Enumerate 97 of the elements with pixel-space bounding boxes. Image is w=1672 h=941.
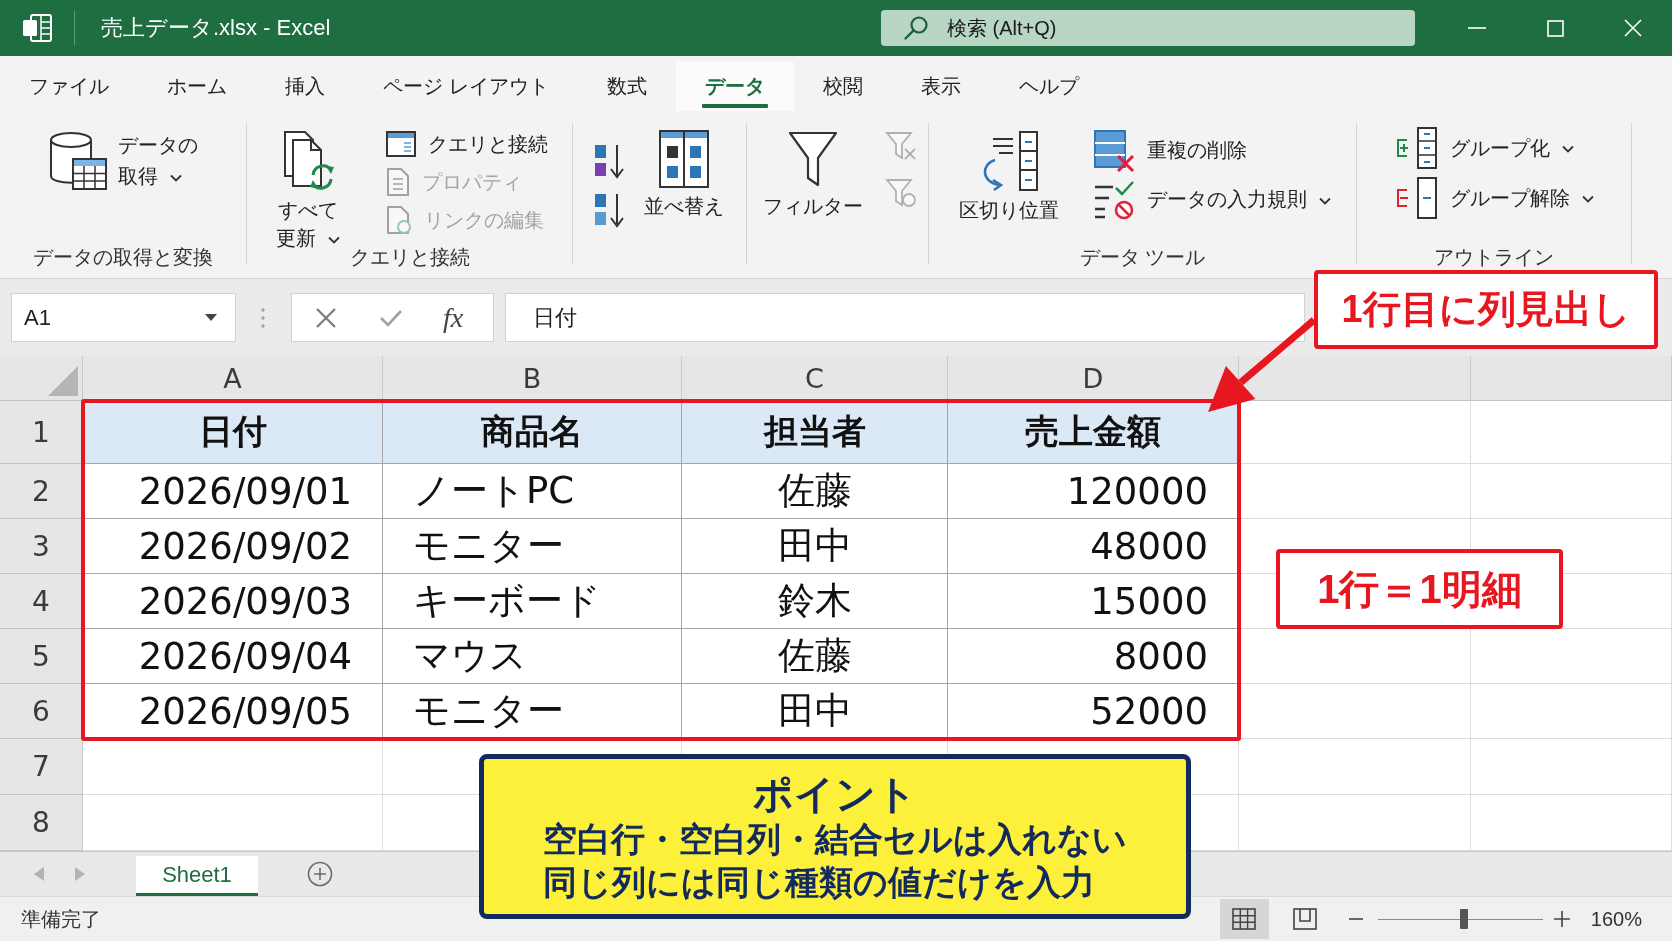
table-cell: モニター: [383, 519, 682, 574]
cell-reference-input[interactable]: A1: [24, 304, 205, 331]
ribbon-tab[interactable]: 数式: [577, 62, 676, 111]
column-header[interactable]: C: [682, 356, 948, 401]
normal-view-button[interactable]: [1219, 899, 1269, 939]
zoom-level[interactable]: 160%: [1590, 907, 1642, 931]
row-header[interactable]: 1: [0, 401, 83, 464]
remove-duplicates-button[interactable]: 重複の削除: [1092, 126, 1331, 175]
filter-button[interactable]: フィルター: [758, 119, 867, 220]
page-layout-icon: [1292, 908, 1317, 930]
name-box[interactable]: A1: [11, 293, 236, 342]
zoom-slider-thumb[interactable]: [1459, 909, 1468, 929]
header-cell: 日付: [83, 401, 383, 464]
table-cell: 48000: [948, 519, 1239, 574]
group-label: データの取得と変換: [33, 245, 213, 270]
row-header[interactable]: 8: [0, 795, 83, 851]
column-header[interactable]: B: [383, 356, 682, 401]
cancel-icon[interactable]: [315, 306, 337, 329]
row-header[interactable]: 6: [0, 684, 83, 739]
row-header[interactable]: 2: [0, 464, 83, 519]
table-cell: 2026/09/02: [83, 519, 383, 574]
document-icon: [385, 168, 410, 196]
zoom-in-icon[interactable]: [1553, 911, 1570, 927]
database-table-icon: [48, 131, 108, 191]
column-header[interactable]: [1239, 356, 1471, 401]
header-cell: 担当者: [682, 401, 948, 464]
ribbon-tab[interactable]: ホーム: [138, 62, 256, 111]
callout: 1行目に列見出し: [1314, 270, 1658, 349]
formula-input[interactable]: 日付: [505, 293, 1305, 342]
sort-button[interactable]: 並べ替え: [639, 119, 728, 220]
window-title: 売上データ.xlsx - Excel: [100, 14, 332, 42]
group-label: アウトライン: [1434, 245, 1554, 270]
table-cell: 佐藤: [682, 629, 948, 684]
dropdown-icon[interactable]: [205, 314, 217, 321]
column-header[interactable]: A: [83, 356, 383, 401]
group-label: データ ツール: [1079, 245, 1206, 270]
table-cell: 佐藤: [682, 464, 948, 519]
ribbon-tab[interactable]: 校閲: [793, 62, 892, 111]
add-sheet-icon[interactable]: [307, 861, 333, 887]
data-validation-button[interactable]: データの入力規則: [1092, 175, 1331, 224]
search-input[interactable]: 検索 (Alt+Q): [947, 16, 1387, 40]
search-icon: [903, 15, 929, 41]
insert-function-button[interactable]: fx: [441, 301, 466, 334]
header-cell: 売上金額: [948, 401, 1239, 464]
table-cell: 15000: [948, 574, 1239, 629]
table-cell: モニター: [383, 684, 682, 739]
ribbon-tab[interactable]: ヘルプ: [989, 62, 1108, 111]
table-cell: 2026/09/01: [83, 464, 383, 519]
note-text: 空白行・空白列・結合セルは入れない: [543, 818, 1127, 860]
table-cell: 52000: [948, 684, 1239, 739]
row-header[interactable]: 3: [0, 519, 83, 574]
table-cell: 8000: [948, 629, 1239, 684]
sheet-tab[interactable]: Sheet1: [136, 856, 258, 896]
refresh-all-button[interactable]: すべて 更新: [271, 119, 344, 252]
row-header[interactable]: 4: [0, 574, 83, 629]
table-cell: 2026/09/05: [83, 684, 383, 739]
callout: 1行＝1明細: [1276, 549, 1563, 629]
ribbon-tab[interactable]: ページ レイアウト: [354, 62, 578, 111]
close-icon[interactable]: [1624, 19, 1642, 37]
group-icon: [1394, 126, 1438, 170]
maximize-icon[interactable]: [1546, 19, 1564, 37]
row-header[interactable]: 5: [0, 629, 83, 684]
search-box[interactable]: 検索 (Alt+Q): [881, 10, 1415, 46]
group-button[interactable]: グループ化: [1394, 123, 1594, 173]
table-cell: 鈴木: [682, 574, 948, 629]
note-title: ポイント: [753, 770, 917, 818]
table-cell: ノートPC: [383, 464, 682, 519]
ribbon-tab[interactable]: 挿入: [256, 62, 354, 111]
group-label: クエリと接続: [349, 245, 470, 270]
ungroup-button[interactable]: グループ解除: [1394, 173, 1594, 223]
status-text: 準備完了: [21, 906, 101, 932]
table-cell: 田中: [682, 519, 948, 574]
ungroup-icon: [1394, 176, 1438, 220]
table-cell: キーボード: [383, 574, 682, 629]
table-cell: マウス: [383, 629, 682, 684]
query-panel-icon: [385, 131, 416, 157]
row-header[interactable]: 7: [0, 739, 83, 795]
table-cell: 120000: [948, 464, 1239, 519]
text-to-columns-button[interactable]: 区切り位置: [954, 119, 1063, 224]
get-data-button[interactable]: データの 取得: [44, 119, 202, 192]
drag-handle-icon[interactable]: [260, 306, 266, 329]
table-cell: 田中: [682, 684, 948, 739]
column-header[interactable]: D: [948, 356, 1239, 401]
header-cell: 商品名: [383, 401, 682, 464]
table-delete-icon: [1092, 128, 1135, 173]
ribbon-tab[interactable]: データ: [675, 62, 794, 111]
table-cell: 2026/09/03: [83, 574, 383, 629]
grid-icon: [1232, 908, 1257, 930]
spreadsheet-icon[interactable]: [22, 14, 52, 42]
queries-button[interactable]: クエリと接続: [385, 125, 548, 163]
triangle-icon: [48, 366, 78, 396]
table-columns-icon: [658, 130, 709, 188]
ribbon-tab[interactable]: ファイル: [0, 62, 138, 111]
ribbon-tab[interactable]: 表示: [891, 62, 990, 111]
note-text: 同じ列には同じ種類の値だけを入力: [543, 861, 1095, 903]
filter-icon: [787, 130, 838, 188]
table-cell: 2026/09/04: [83, 629, 383, 684]
